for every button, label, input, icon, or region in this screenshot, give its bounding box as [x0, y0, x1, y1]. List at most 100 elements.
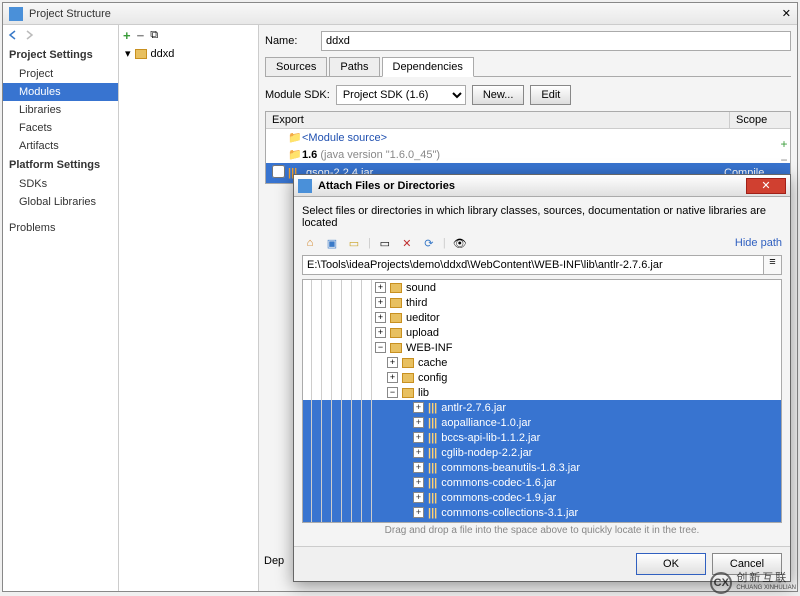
- dialog-hint: Select files or directories in which lib…: [302, 205, 782, 229]
- sidebar-item-sdks[interactable]: SDKs: [3, 175, 118, 193]
- forward-icon[interactable]: [23, 29, 35, 41]
- jar-icon: |||: [428, 522, 437, 524]
- folder-icon: [390, 283, 402, 293]
- window-title: Project Structure: [29, 8, 111, 20]
- tab-paths[interactable]: Paths: [329, 57, 379, 76]
- module-name: ddxd: [151, 48, 175, 60]
- folder-third[interactable]: +third: [303, 295, 781, 310]
- sidebar-toolbar: [3, 25, 118, 45]
- jar-row[interactable]: +|||commons-collections-3.1.jar: [303, 505, 781, 520]
- jar-icon: |||: [428, 432, 437, 444]
- collapse-icon: ▾: [125, 47, 131, 60]
- home-icon[interactable]: ⌂: [302, 235, 318, 251]
- dep-row-jdk[interactable]: 📁 1.6 (java version "1.6.0_45"): [266, 146, 790, 163]
- sidebar-item-problems[interactable]: Problems: [3, 219, 118, 237]
- remove-module-icon[interactable]: −: [137, 28, 145, 43]
- app-icon: [9, 7, 23, 21]
- back-icon[interactable]: [7, 29, 19, 41]
- dialog-icon: [298, 179, 312, 193]
- add-module-icon[interactable]: +: [123, 28, 131, 43]
- jar-icon: |||: [428, 402, 437, 414]
- dialog-toolbar: ⌂ ▣ ▭ | ▭ ✕ ⟳ | 👁 Hide path: [302, 235, 782, 251]
- jar-row[interactable]: +|||commons-beanutils-1.8.3.jar: [303, 460, 781, 475]
- dialog-title: Attach Files or Directories: [318, 180, 455, 192]
- history-icon[interactable]: ≡: [764, 255, 782, 275]
- sidebar-section-project: Project Settings: [3, 45, 118, 65]
- jar-row[interactable]: +|||bccs-api-lib-1.1.2.jar: [303, 430, 781, 445]
- name-label: Name:: [265, 35, 313, 47]
- jar-row[interactable]: +|||aopalliance-1.0.jar: [303, 415, 781, 430]
- refresh-icon[interactable]: ⟳: [421, 235, 437, 251]
- file-tree[interactable]: +sound +third +ueditor +upload −WEB-INF …: [302, 279, 782, 523]
- project-icon[interactable]: ▭: [346, 235, 362, 251]
- dialog-titlebar[interactable]: Attach Files or Directories ✕: [294, 175, 790, 197]
- sidebar-section-platform: Platform Settings: [3, 155, 118, 175]
- folder-icon: [390, 328, 402, 338]
- folder-icon: [402, 358, 414, 368]
- window-close-icon[interactable]: ✕: [782, 7, 791, 20]
- folder-icon: [390, 343, 402, 353]
- ok-button[interactable]: OK: [636, 553, 706, 575]
- folder-icon: [402, 373, 414, 383]
- jdk-icon: 📁: [288, 148, 302, 161]
- desktop-icon[interactable]: ▣: [324, 235, 340, 251]
- jar-icon: |||: [428, 507, 437, 519]
- folder-ueditor[interactable]: +ueditor: [303, 310, 781, 325]
- module-tree-panel: + − ⧉ ▾ ddxd: [119, 25, 259, 591]
- name-input[interactable]: [321, 31, 791, 51]
- hide-path-link[interactable]: Hide path: [735, 237, 782, 249]
- col-scope[interactable]: Scope: [730, 112, 790, 128]
- watermark: CX 创新互联 CHUANG XINHULIAN: [710, 572, 796, 594]
- jar-icon: |||: [428, 417, 437, 429]
- sidebar-item-project[interactable]: Project: [3, 65, 118, 83]
- sidebar-item-global-libraries[interactable]: Global Libraries: [3, 193, 118, 211]
- sidebar-item-modules[interactable]: Modules: [3, 83, 118, 101]
- copy-module-icon[interactable]: ⧉: [150, 29, 158, 42]
- delete-icon[interactable]: ✕: [399, 235, 415, 251]
- sdk-select[interactable]: Project SDK (1.6): [336, 85, 466, 105]
- module-toolbar: + − ⧉: [119, 25, 258, 45]
- add-dep-icon[interactable]: +: [777, 137, 791, 151]
- folder-upload[interactable]: +upload: [303, 325, 781, 340]
- jar-icon: |||: [428, 492, 437, 504]
- folder-lib[interactable]: −lib: [303, 385, 781, 400]
- module-folder-icon: [135, 49, 147, 59]
- show-hidden-icon[interactable]: 👁: [452, 235, 468, 251]
- jar-row[interactable]: +|||commons-dbcp-1.4.jar: [303, 520, 781, 523]
- jar-icon: |||: [428, 447, 437, 459]
- module-item[interactable]: ▾ ddxd: [119, 45, 258, 62]
- folder-webinf[interactable]: −WEB-INF: [303, 340, 781, 355]
- drop-hint: Drag and drop a file into the space abov…: [302, 523, 782, 538]
- folder-config[interactable]: +config: [303, 370, 781, 385]
- dialog-close-button[interactable]: ✕: [746, 178, 786, 194]
- jar-row[interactable]: +|||commons-codec-1.9.jar: [303, 490, 781, 505]
- titlebar: Project Structure ✕: [3, 3, 797, 25]
- jar-icon: |||: [428, 462, 437, 474]
- folder-cache[interactable]: +cache: [303, 355, 781, 370]
- dep-truncated-label: Dep: [264, 555, 284, 567]
- jar-row[interactable]: +|||cglib-nodep-2.2.jar: [303, 445, 781, 460]
- new-folder-icon[interactable]: ▭: [377, 235, 393, 251]
- jar-row[interactable]: +|||commons-codec-1.6.jar: [303, 475, 781, 490]
- folder-sound[interactable]: +sound: [303, 280, 781, 295]
- sidebar-item-facets[interactable]: Facets: [3, 119, 118, 137]
- dep-row-module-source[interactable]: 📁 <Module source>: [266, 129, 790, 146]
- path-input[interactable]: [302, 255, 764, 275]
- folder-icon: [402, 388, 414, 398]
- sidebar-item-libraries[interactable]: Libraries: [3, 101, 118, 119]
- tab-dependencies[interactable]: Dependencies: [382, 57, 474, 77]
- jar-row[interactable]: +|||antlr-2.7.6.jar: [303, 400, 781, 415]
- module-tabs: Sources Paths Dependencies: [265, 57, 791, 77]
- jar-icon: |||: [428, 477, 437, 489]
- folder-icon: [390, 298, 402, 308]
- new-sdk-button[interactable]: New...: [472, 85, 525, 105]
- col-export[interactable]: Export: [266, 112, 730, 128]
- folder-icon: 📁: [288, 131, 302, 144]
- remove-dep-icon[interactable]: −: [777, 153, 791, 167]
- sdk-label: Module SDK:: [265, 89, 330, 101]
- watermark-logo: CX: [710, 572, 732, 594]
- sidebar-item-artifacts[interactable]: Artifacts: [3, 137, 118, 155]
- export-checkbox[interactable]: [272, 165, 285, 178]
- edit-sdk-button[interactable]: Edit: [530, 85, 571, 105]
- tab-sources[interactable]: Sources: [265, 57, 327, 76]
